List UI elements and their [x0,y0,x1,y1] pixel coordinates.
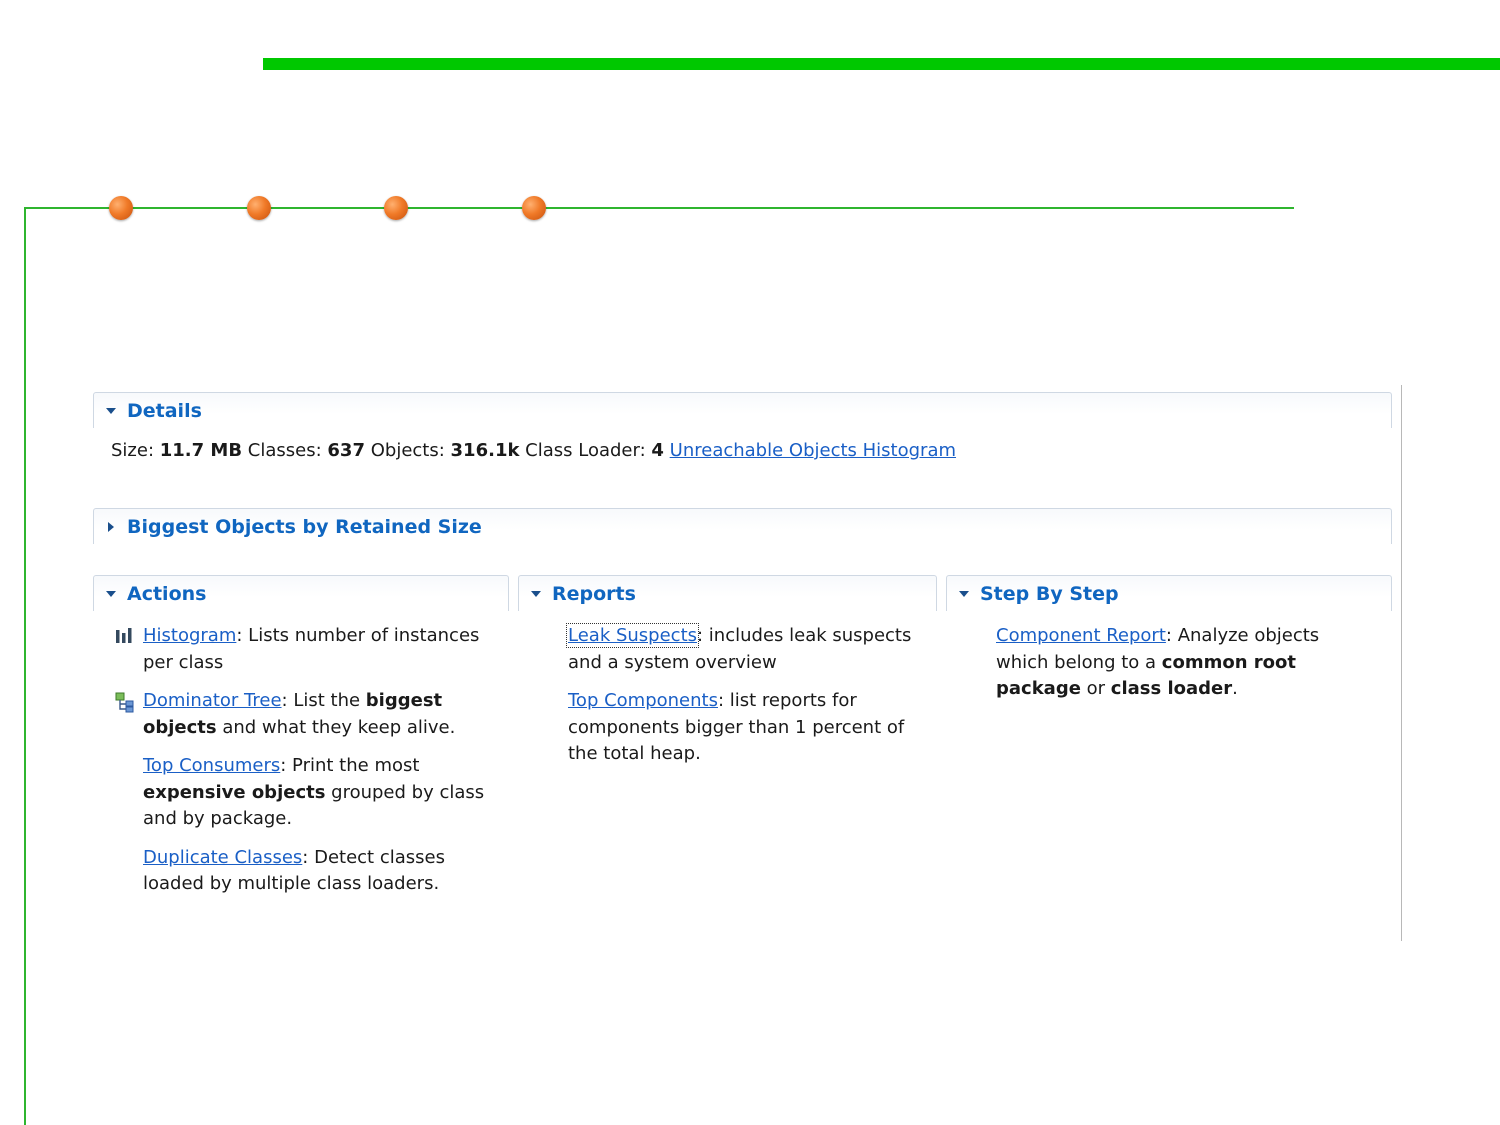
chevron-down-icon [529,587,543,601]
list-item: Dominator Tree: List the biggest objects… [115,688,493,741]
list-item: Histogram: Lists number of instances per… [116,623,493,676]
reports-section-header[interactable]: Reports [518,575,937,611]
decorative-dot [247,196,271,220]
decorative-dot [384,196,408,220]
dominator-tree-link[interactable]: Dominator Tree [143,690,282,711]
details-section-header[interactable]: Details [93,392,1392,428]
objects-value: 316.1k [450,440,520,461]
size-label: Size: [111,440,155,461]
actions-header-label: Actions [127,582,207,605]
list-item: Leak Suspects: includes leak suspects an… [565,623,918,676]
chevron-down-icon [104,404,118,418]
list-item: Top Components: list reports for compone… [568,688,918,768]
objects-label: Objects: [370,440,445,461]
list-item: Component Report: Analyze objects which … [996,623,1341,703]
component-text: . [1232,678,1238,699]
top-components-link[interactable]: Top Components [568,690,718,711]
details-header-label: Details [127,399,202,422]
screenshot-edge [1401,385,1402,941]
chevron-down-icon [957,587,971,601]
decorative-dot [522,196,546,220]
chevron-down-icon [104,587,118,601]
step-by-step-list: Component Report: Analyze objects which … [996,623,1341,715]
classes-value: 637 [327,440,365,461]
chevron-right-icon [104,520,118,534]
details-summary: Size: 11.7 MB Classes: 637 Objects: 316.… [111,440,956,461]
unreachable-objects-histogram-link[interactable]: Unreachable Objects Histogram [670,440,956,461]
consumers-bold: expensive objects [143,781,326,803]
duplicate-classes-link[interactable]: Duplicate Classes [143,847,302,868]
consumers-text: : Print the most [280,755,420,776]
histogram-icon [115,627,133,645]
classes-label: Classes: [247,440,322,461]
component-text: or [1080,678,1111,699]
decorative-vertical-line [24,207,26,1125]
list-item: Duplicate Classes: Detect classes loaded… [143,845,493,898]
component-report-link[interactable]: Component Report [996,625,1166,646]
decorative-top-bar [263,58,1500,70]
class-loader-label: Class Loader: [525,440,646,461]
biggest-objects-section-header[interactable]: Biggest Objects by Retained Size [93,508,1392,544]
step-by-step-section-header[interactable]: Step By Step [946,575,1392,611]
class-loader-value: 4 [651,440,664,461]
size-value: 11.7 MB [159,440,243,461]
dominator-text: and what they keep alive. [216,716,456,738]
reports-header-label: Reports [552,582,636,605]
top-consumers-link[interactable]: Top Consumers [143,755,280,776]
component-bold: class loader [1110,678,1233,699]
decorative-dot [109,196,133,220]
histogram-link[interactable]: Histogram [143,625,236,646]
step-by-step-header-label: Step By Step [980,582,1119,605]
leak-suspects-link[interactable]: Leak Suspects [565,623,700,648]
decorative-horizontal-line [24,207,1294,209]
dominator-tree-icon [115,692,134,713]
list-item: Top Consumers: Print the most expensive … [143,753,493,833]
dominator-text: : List the [281,690,366,711]
biggest-objects-header-label: Biggest Objects by Retained Size [127,515,482,538]
actions-section-header[interactable]: Actions [93,575,509,611]
reports-list: Leak Suspects: includes leak suspects an… [565,623,918,780]
actions-list: Histogram: Lists number of instances per… [115,623,493,910]
